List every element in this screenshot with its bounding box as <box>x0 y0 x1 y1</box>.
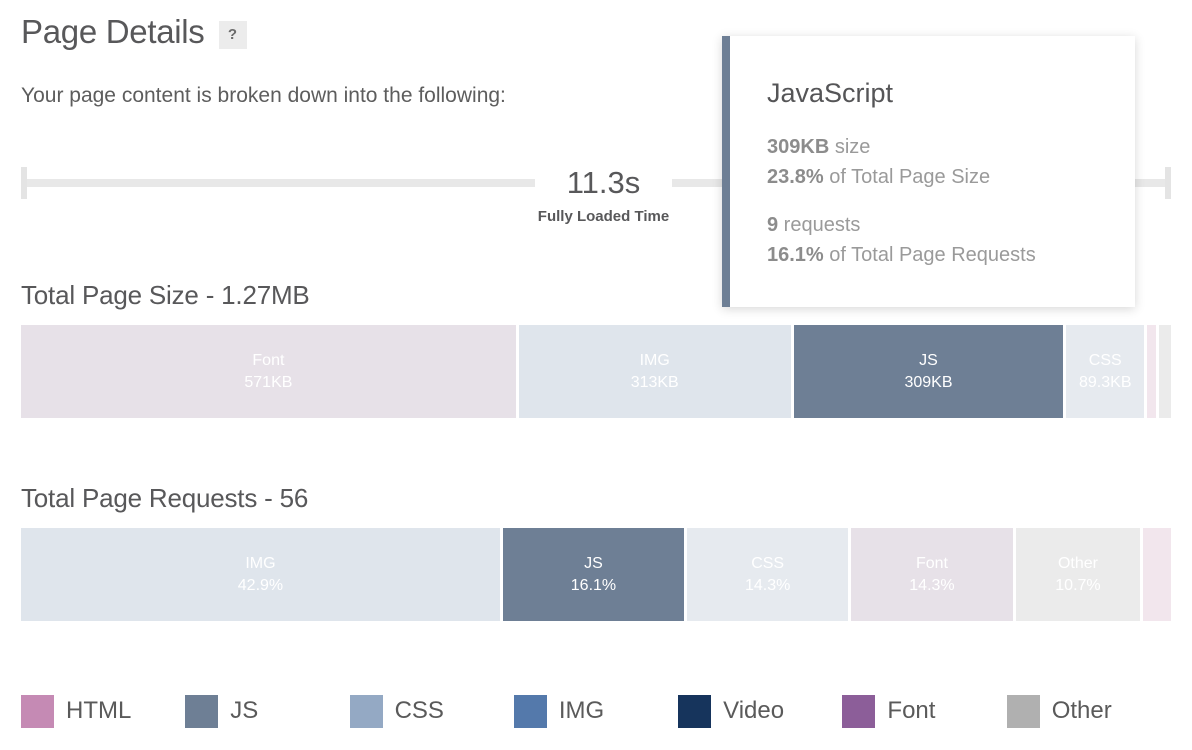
bar-segment-js[interactable]: JS 16.1% <box>502 528 685 621</box>
bar-segment-label: Font <box>915 554 948 572</box>
bar-segment-value: 42.9% <box>237 576 284 594</box>
bar-segment-label: IMG <box>245 554 276 572</box>
tooltip-size-percent-line: 23.8% of Total Page Size <box>767 162 990 192</box>
tooltip-size-percent: 23.8% <box>767 166 824 188</box>
legend-item-js[interactable]: JS <box>185 694 349 728</box>
bar-segment-css[interactable]: CSS 89.3KB <box>1066 325 1145 418</box>
bar-segment-value: 309KB <box>904 373 953 391</box>
legend-label: Other <box>1051 697 1112 724</box>
bar-segment-label: JS <box>584 554 603 572</box>
tooltip-size-suffix: size <box>829 136 871 158</box>
bar-segment-value: 14.3% <box>909 576 955 594</box>
bar-segment-img[interactable]: IMG 313KB <box>518 325 791 418</box>
bar-segment-font[interactable]: Font 571KB <box>21 325 516 418</box>
page-size-stacked-bar: Font 571KB IMG 313KB JS 309KB CSS 89.3KB HTMLOth… <box>21 325 1171 418</box>
legend-item-video[interactable]: Video <box>678 694 842 728</box>
tooltip-title: JavaScript <box>767 78 894 108</box>
bar-segment-value: 313KB <box>630 373 679 391</box>
bar-segment-other[interactable]: Other 10.7% <box>1015 528 1141 621</box>
bar-segment-label: JS <box>919 351 938 369</box>
legend-label: Font <box>887 697 936 724</box>
help-icon[interactable]: ? <box>218 20 247 49</box>
chart-legend: HTML JS CSS IMG Video Font Other <box>21 688 1171 734</box>
bar-segment-value: 571KB <box>244 373 293 391</box>
legend-item-img[interactable]: IMG <box>513 694 678 728</box>
tooltip-requests-percent-line: 16.1% of Total Page Requests <box>767 240 1036 270</box>
legend-swatch-icon <box>842 694 876 728</box>
legend-item-font[interactable]: Font <box>842 694 1006 728</box>
bar-segment-label: CSS <box>751 554 785 572</box>
bar-segment-label: Font <box>252 351 285 369</box>
legend-swatch-icon <box>678 694 712 728</box>
bar-segment-value: 14.3% <box>744 576 791 594</box>
bar-segment-value: 89.3KB <box>1079 373 1132 391</box>
legend-swatch-icon <box>21 694 54 728</box>
tooltip-requests-percent: 16.1% <box>767 244 824 266</box>
bar-segment-img[interactable]: IMG 42.9% <box>21 528 500 621</box>
bar-segment-html[interactable]: HTML <box>1143 528 1171 621</box>
bar-segment-value: 10.7% <box>1055 576 1101 594</box>
page-header: Page Details ? <box>21 12 247 52</box>
timeline-track-left <box>27 179 535 187</box>
tooltip-size-line: 309KB size <box>767 132 990 162</box>
tooltip-size-value: 309KB <box>767 136 830 158</box>
bar-segment-css[interactable]: CSS 14.3% <box>687 528 849 621</box>
page-size-title: Total Page Size - 1.27MB <box>21 280 310 310</box>
bar-segment-html[interactable]: HTML <box>1147 325 1157 418</box>
legend-item-css[interactable]: CSS <box>349 694 514 728</box>
legend-label: CSS <box>394 697 444 724</box>
bar-segment-js[interactable]: JS 309KB <box>793 325 1064 418</box>
bar-segment-other[interactable]: Other <box>1159 325 1171 418</box>
legend-label: IMG <box>558 697 605 724</box>
legend-swatch-icon <box>1006 694 1040 728</box>
page-requests-stacked-bar: IMG 42.9% JS 16.1% CSS 14.3% Font 14.3% Other 10.… <box>21 528 1171 621</box>
tooltip-size-block: 309KB size 23.8% of Total Page Size <box>767 132 990 192</box>
legend-item-other[interactable]: Other <box>1006 694 1171 728</box>
tooltip-requests-line: 9 requests <box>767 210 1036 240</box>
legend-swatch-icon <box>349 694 383 728</box>
tooltip-requests-percent-suffix: of Total Page Requests <box>823 244 1036 266</box>
legend-item-html[interactable]: HTML <box>21 694 185 728</box>
legend-swatch-icon <box>185 694 219 728</box>
tooltip-requests-block: 9 requests 16.1% of Total Page Requests <box>767 210 1036 270</box>
legend-swatch-icon <box>513 694 547 728</box>
tooltip-requests-value: 9 <box>767 214 779 236</box>
page-title: Page Details <box>21 13 205 50</box>
tooltip-size-percent-suffix: of Total Page Size <box>823 166 991 188</box>
bar-segment-value: 16.1% <box>570 576 617 594</box>
javascript-tooltip: JavaScript 309KB size 23.8% of Total Pag… <box>722 36 1135 307</box>
legend-label: Video <box>723 697 785 724</box>
timeline-end-cap <box>1165 167 1171 199</box>
tooltip-requests-suffix: requests <box>778 214 861 236</box>
legend-label: HTML <box>66 697 132 724</box>
bar-segment-font[interactable]: Font 14.3% <box>851 528 1013 621</box>
fully-loaded-time-value: 11.3s <box>566 165 641 200</box>
legend-label: JS <box>230 697 259 724</box>
bar-segment-label: CSS <box>1088 351 1122 369</box>
page-subtitle: Your page content is broken down into th… <box>21 84 506 107</box>
bar-segment-label: Other <box>1057 554 1098 572</box>
bar-segment-label: IMG <box>639 351 670 369</box>
fully-loaded-time-label: Fully Loaded Time <box>537 208 670 225</box>
page-requests-title: Total Page Requests - 56 <box>21 483 309 513</box>
